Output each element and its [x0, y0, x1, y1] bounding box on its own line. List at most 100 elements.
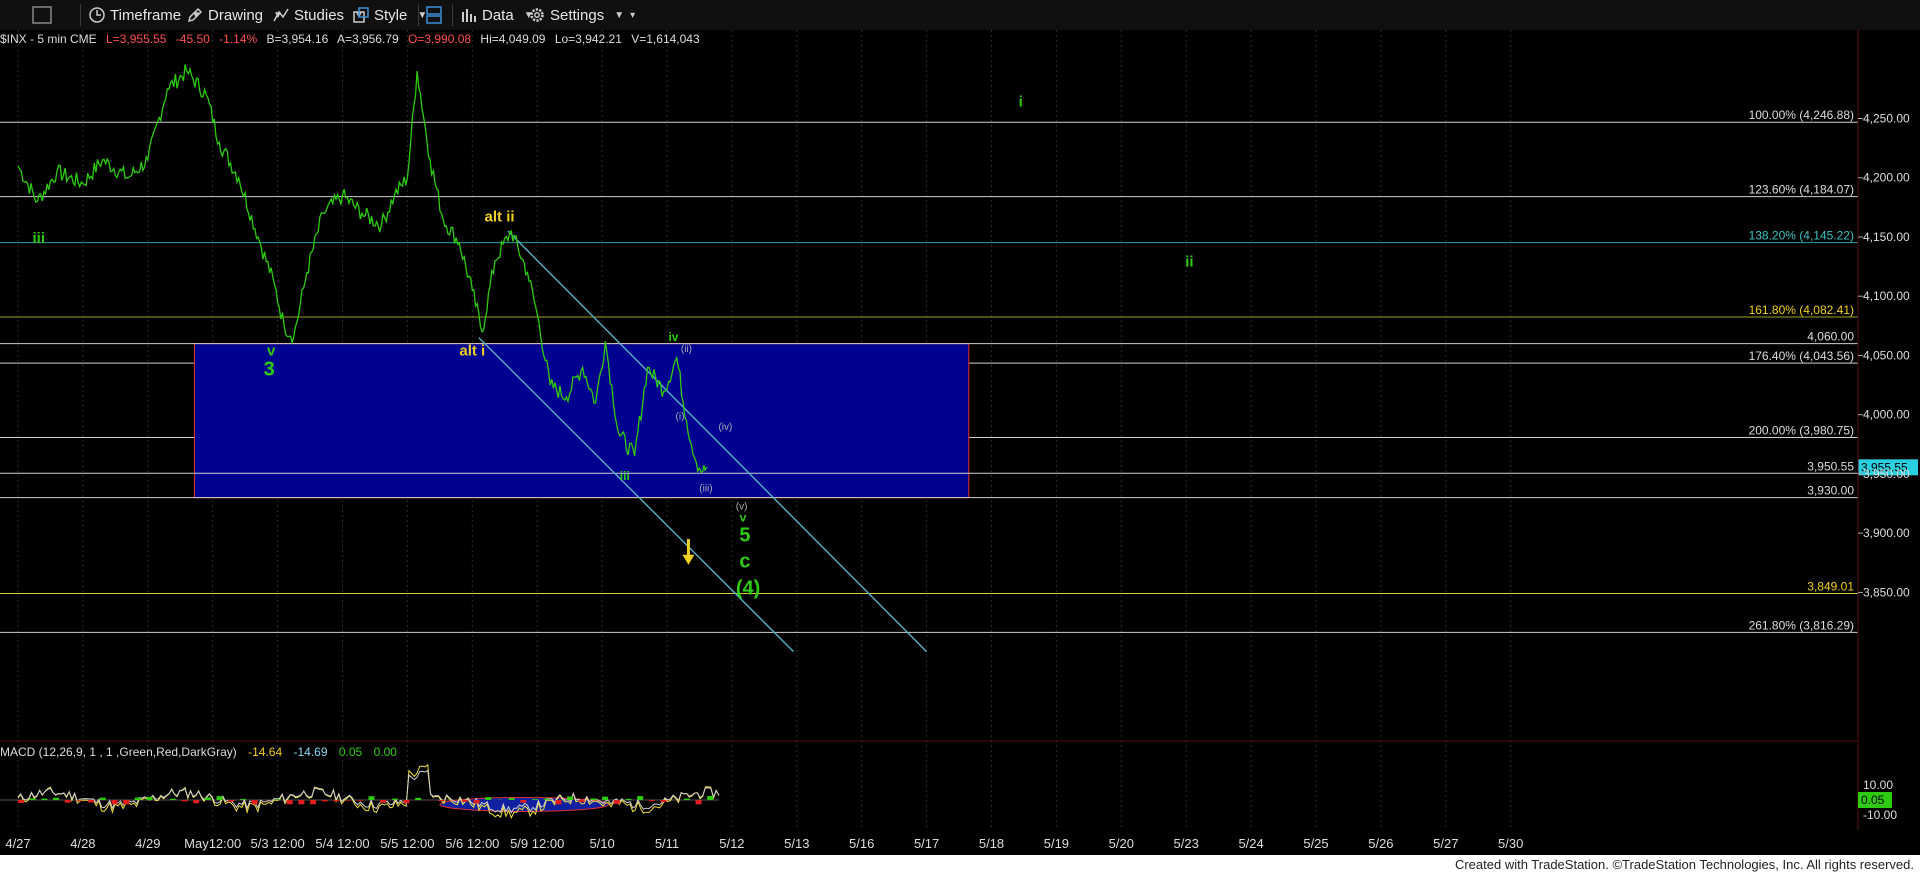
macd-histogram-bar [356, 800, 363, 801]
macd-histogram-bar [134, 797, 141, 800]
studies-icon [273, 8, 289, 22]
change-pct-value: -1.14% [219, 32, 257, 46]
macd-last-label: 0.05 [1861, 793, 1885, 807]
footer-credit: Created with TradeStation. ©TradeStation… [1454, 857, 1914, 872]
x-tick-label: 4/29 [135, 836, 160, 851]
macd-label: MACD (12,26,9, 1 , 1 ,Green,Red,DarkGray… [0, 745, 237, 759]
fib-label: 161.80% (4,082.41) [1749, 303, 1854, 317]
style-icon [353, 7, 369, 23]
target-box[interactable] [194, 343, 970, 499]
macd-histogram-bar [18, 800, 24, 803]
macd-histogram-bar [29, 798, 36, 800]
price-axis: 4,250.00 4,200.00 4,150.00 4,100.00 4,050.00… [1858, 112, 1910, 599]
x-tick-label: 5/30 [1498, 836, 1523, 851]
data-menu[interactable]: Data ▼ [460, 4, 534, 26]
wave-label: iv [668, 330, 678, 344]
macd-histogram-bar [146, 796, 153, 800]
macd-histogram-bar [111, 800, 118, 805]
clock-icon [89, 7, 105, 23]
macd-avg-value: -14.69 [293, 745, 327, 759]
macd-histogram-bar [76, 800, 83, 801]
macd-histogram-bar [239, 798, 246, 800]
macd-histogram-bar [391, 798, 398, 800]
drawing-menu[interactable]: Drawing ▼ [186, 4, 283, 26]
wave-label: ii [1185, 254, 1193, 271]
x-tick-label: 5/26 [1368, 836, 1393, 851]
pencil-icon [187, 7, 203, 23]
fib-label: 200.00% (3,980.75) [1749, 423, 1854, 437]
macd-histogram-bar [88, 800, 95, 803]
low-value: Lo=3,942.21 [555, 32, 622, 46]
gear-icon [530, 8, 544, 22]
macd-histogram-bar [286, 800, 293, 805]
macd-histogram-bar [625, 798, 632, 800]
y-tick-label: 4,100.00 [1863, 289, 1910, 303]
last-value: L=3,955.55 [106, 32, 167, 46]
macd-tick-label: -10.00 [1863, 808, 1897, 822]
x-tick-label: 5/18 [979, 836, 1004, 851]
bar-chart-icon [462, 9, 476, 22]
macd-histogram-bar [204, 797, 211, 800]
macd-histogram-bar [123, 800, 130, 805]
x-tick-label: 5/13 [784, 836, 809, 851]
studies-menu[interactable]: Studies ▼ [272, 4, 364, 26]
footer: Created with TradeStation. ©TradeStation… [0, 855, 1920, 875]
timeframe-menu[interactable]: Timeframe ▼ [88, 4, 201, 26]
macd-histogram-bar [216, 796, 223, 800]
drawing-label: Drawing [208, 6, 264, 24]
macd-histogram-bar [461, 800, 468, 802]
macd-histogram-bar [53, 797, 60, 800]
panels-button[interactable] [425, 4, 443, 26]
wave-label: iii [620, 469, 630, 483]
style-menu[interactable]: Style ▼ [352, 4, 427, 26]
wave-label: i [1019, 94, 1023, 111]
panels-icon [426, 6, 442, 24]
bid-value: B=3,954.16 [267, 32, 329, 46]
wave-label: v [740, 510, 747, 524]
x-tick-label: 5/4 12:00 [315, 836, 369, 851]
fib-label: 123.60% (4,184.07) [1749, 183, 1854, 197]
ask-value: A=3,956.79 [337, 32, 399, 46]
fib-label: 100.00% (4,246.88) [1749, 108, 1854, 122]
macd-histogram-bar [613, 800, 620, 805]
x-tick-label: 5/10 [589, 836, 614, 851]
x-tick-label: 5/20 [1109, 836, 1134, 851]
x-tick-label: 4/28 [70, 836, 95, 851]
macd-histogram-bar [648, 800, 655, 802]
wave-label: (4) [736, 578, 760, 600]
wave-label: c [739, 551, 750, 573]
macd-histogram-bar [532, 799, 539, 800]
x-tick-label: 5/5 12:00 [380, 836, 434, 851]
x-tick-label: 5/6 12:00 [445, 836, 499, 851]
settings-menu[interactable]: Settings ▼ ▾ [528, 4, 635, 26]
y-tick-label: 4,200.00 [1863, 171, 1910, 185]
macd-histogram-bar [578, 800, 585, 803]
data-label: Data [482, 6, 514, 24]
fib-label: 176.40% (4,043.56) [1749, 349, 1854, 363]
timeframe-label: Timeframe [110, 6, 182, 24]
x-tick-label: 5/3 12:00 [250, 836, 304, 851]
macd-histogram-bar [602, 796, 609, 800]
level-label: 3,950.55 [1807, 459, 1854, 473]
macd-histogram-bar [310, 800, 317, 805]
wave-label: (i) [676, 411, 685, 422]
symbol-label: $INX - 5 min CME [0, 32, 97, 46]
macd-histogram-bar [298, 800, 305, 805]
y-tick-label: 4,150.00 [1863, 230, 1910, 244]
macd-histogram-bar [169, 798, 176, 800]
x-tick-label: 5/17 [914, 836, 939, 851]
macd-histogram-bar [555, 800, 562, 805]
x-tick-label: 5/16 [849, 836, 874, 851]
layout-icon[interactable] [32, 4, 52, 26]
wave-label: alt ii [485, 209, 515, 226]
y-tick-label: 4,000.00 [1863, 408, 1910, 422]
macd-histogram-bar [228, 800, 235, 802]
x-tick-label: May12:00 [184, 836, 241, 851]
price-chart[interactable]: 100.00% (4,246.88) 123.60% (4,184.07) 138.… [0, 30, 1920, 855]
wave-label: v [267, 342, 276, 359]
volume-value: V=1,614,043 [631, 32, 700, 46]
y-tick-label: 3,950.00 [1863, 467, 1910, 481]
macd-histogram-bar [695, 800, 702, 805]
macd-histogram-bar [438, 800, 445, 802]
macd-histogram-bar [543, 798, 550, 800]
